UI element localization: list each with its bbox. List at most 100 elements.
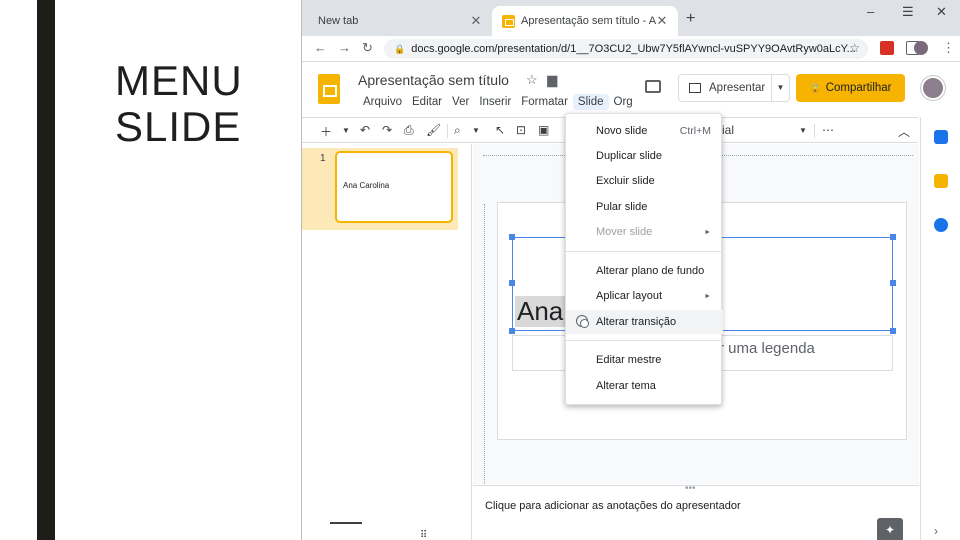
menu-item-aplicar-layout[interactable]: Aplicar layout ► <box>566 284 723 308</box>
menu-item-pular-slide[interactable]: Pular slide <box>566 195 723 219</box>
print-icon[interactable]: ⎙ <box>404 123 414 138</box>
chevron-down-icon[interactable]: ▼ <box>472 126 480 135</box>
menu-arquivo[interactable]: Arquivo <box>358 94 407 110</box>
select-cursor-icon[interactable]: ↖ <box>495 123 505 137</box>
share-label: Compartilhar <box>825 82 892 94</box>
menu-item-label: Alterar plano de fundo <box>596 265 705 277</box>
tasks-icon[interactable] <box>934 218 948 232</box>
zoom-icon[interactable]: ⌕ <box>454 123 461 138</box>
menu-item-mover-slide: Mover slide ► <box>566 220 723 244</box>
browser-menu-icon[interactable]: ⋮ <box>942 40 955 56</box>
address-bar[interactable]: 🔒 docs.google.com/presentation/d/1__7O3C… <box>384 39 868 59</box>
close-tab-icon[interactable]: ✕ <box>656 13 668 29</box>
menu-item-alterar-plano-de-fundo[interactable]: Alterar plano de fundo <box>566 259 723 283</box>
menu-inserir[interactable]: Inserir <box>474 94 516 110</box>
slide-thumbnail[interactable]: Ana Carolina <box>335 151 453 223</box>
chevron-down-icon[interactable]: ▼ <box>771 75 789 101</box>
chevron-down-icon[interactable]: ▼ <box>799 126 807 135</box>
tab-new-tab[interactable]: New tab ✕ <box>308 6 492 36</box>
user-avatar[interactable] <box>921 76 945 100</box>
profile-avatar[interactable] <box>914 41 928 55</box>
more-options-icon[interactable]: ⋯ <box>822 123 834 137</box>
deck-title-line-1: MENU <box>115 57 243 104</box>
slide-page: MENU SLIDE New tab ✕ Apresentação sem tí… <box>0 0 960 540</box>
keep-icon[interactable] <box>934 174 948 188</box>
text-box-icon[interactable]: ⊡ <box>516 123 526 137</box>
slide-number: 1 <box>320 153 326 164</box>
resize-handle[interactable] <box>890 328 896 334</box>
back-icon[interactable]: ← <box>314 40 327 55</box>
slide-filmstrip: 1 Ana Carolina ⠿ <box>302 144 472 540</box>
new-slide-plus-icon[interactable]: ＋ <box>320 123 332 140</box>
menu-item-excluir-slide[interactable]: Excluir slide <box>566 169 723 193</box>
resize-handle[interactable] <box>509 280 515 286</box>
maximize-icon[interactable]: ☰ <box>902 4 914 20</box>
subtitle-placeholder: r uma legenda <box>719 340 815 357</box>
new-tab-plus-icon[interactable]: + <box>686 10 695 28</box>
filmstrip-view-icon[interactable] <box>330 522 362 540</box>
share-button[interactable]: 🔒 Compartilhar <box>796 74 905 102</box>
lock-icon: 🔒 <box>809 82 821 93</box>
notes-placeholder: Clique para adicionar as anotações do ap… <box>485 500 741 512</box>
side-panel <box>920 117 960 540</box>
browser-screenshot: New tab ✕ Apresentação sem título - Apre… <box>301 0 960 540</box>
resize-handle[interactable] <box>509 234 515 240</box>
url-text: docs.google.com/presentation/d/1__7O3CU2… <box>411 43 856 55</box>
close-tab-icon[interactable]: ✕ <box>470 13 482 29</box>
star-icon[interactable]: ☆ <box>526 72 538 87</box>
slide-title-text[interactable]: Ana <box>515 296 566 327</box>
tab-strip: New tab ✕ Apresentação sem título - Apre… <box>302 0 960 36</box>
chevron-down-icon[interactable]: ▼ <box>342 126 350 135</box>
comment-history-icon[interactable] <box>645 80 661 93</box>
menu-editar[interactable]: Editar <box>407 94 447 110</box>
image-icon[interactable]: ▣ <box>538 123 549 137</box>
menu-slide[interactable]: Slide <box>572 94 609 110</box>
toolbar-divider <box>447 124 448 138</box>
menu-organizar[interactable]: Org <box>609 94 638 110</box>
resize-handle[interactable] <box>509 328 515 334</box>
menu-ver[interactable]: Ver <box>447 94 474 110</box>
menu-item-label: Editar mestre <box>596 354 662 366</box>
menu-formatar[interactable]: Formatar <box>516 94 573 110</box>
menu-divider <box>566 340 723 341</box>
transition-icon <box>576 315 589 328</box>
redo-icon[interactable]: ↷ <box>382 123 392 137</box>
calendar-icon[interactable] <box>934 130 948 144</box>
slides-logo-icon[interactable] <box>318 74 340 104</box>
present-button[interactable]: Apresentar ▼ <box>678 74 790 102</box>
menu-item-label: Aplicar layout <box>596 290 663 302</box>
tab-label: New tab <box>318 15 359 27</box>
menu-item-label: Pular slide <box>596 201 648 213</box>
tab-presentation[interactable]: Apresentação sem título - Apresc ✕ <box>492 6 678 36</box>
chevron-right-icon[interactable]: › <box>934 524 938 538</box>
collapse-toolbar-icon[interactable]: ︿ <box>898 123 910 140</box>
vertical-ruler <box>475 204 485 484</box>
forward-icon[interactable]: → <box>338 40 351 55</box>
undo-icon[interactable]: ↶ <box>360 123 370 137</box>
lock-icon: 🔒 <box>394 43 406 54</box>
pdf-extension-icon[interactable] <box>880 41 894 55</box>
slide-menu-dropdown: Novo slide Ctrl+M Duplicar slide Excluir… <box>565 113 723 405</box>
document-title[interactable]: Apresentação sem título <box>358 72 509 88</box>
menu-item-label: Alterar transição <box>596 316 677 328</box>
menu-item-novo-slide[interactable]: Novo slide Ctrl+M <box>566 119 723 143</box>
notes-resize-handle[interactable]: ••• <box>685 483 696 494</box>
menu-item-alterar-transicao[interactable]: Alterar transição <box>566 310 723 334</box>
explore-icon[interactable]: ✦ <box>877 518 903 540</box>
speaker-notes[interactable]: ••• Clique para adicionar as anotações d… <box>473 483 919 540</box>
menu-item-alterar-tema[interactable]: Alterar tema <box>566 374 723 398</box>
close-window-icon[interactable]: ✕ <box>936 4 947 20</box>
submenu-arrow-icon: ► <box>704 228 711 236</box>
folder-icon[interactable]: ▆ <box>547 72 557 87</box>
minimize-icon[interactable]: – <box>867 4 874 19</box>
menu-divider <box>566 251 723 252</box>
paint-format-icon[interactable]: 🖌 <box>426 123 441 137</box>
menu-item-duplicar-slide[interactable]: Duplicar slide <box>566 144 723 168</box>
resize-handle[interactable] <box>890 280 896 286</box>
deck-title-line-2: SLIDE <box>115 103 242 150</box>
resize-handle[interactable] <box>890 234 896 240</box>
bookmark-star-icon[interactable]: ☆ <box>849 41 860 55</box>
grid-view-icon[interactable]: ⠿ <box>420 530 427 540</box>
reload-icon[interactable]: ↻ <box>362 40 373 56</box>
menu-item-editar-mestre[interactable]: Editar mestre <box>566 348 723 372</box>
